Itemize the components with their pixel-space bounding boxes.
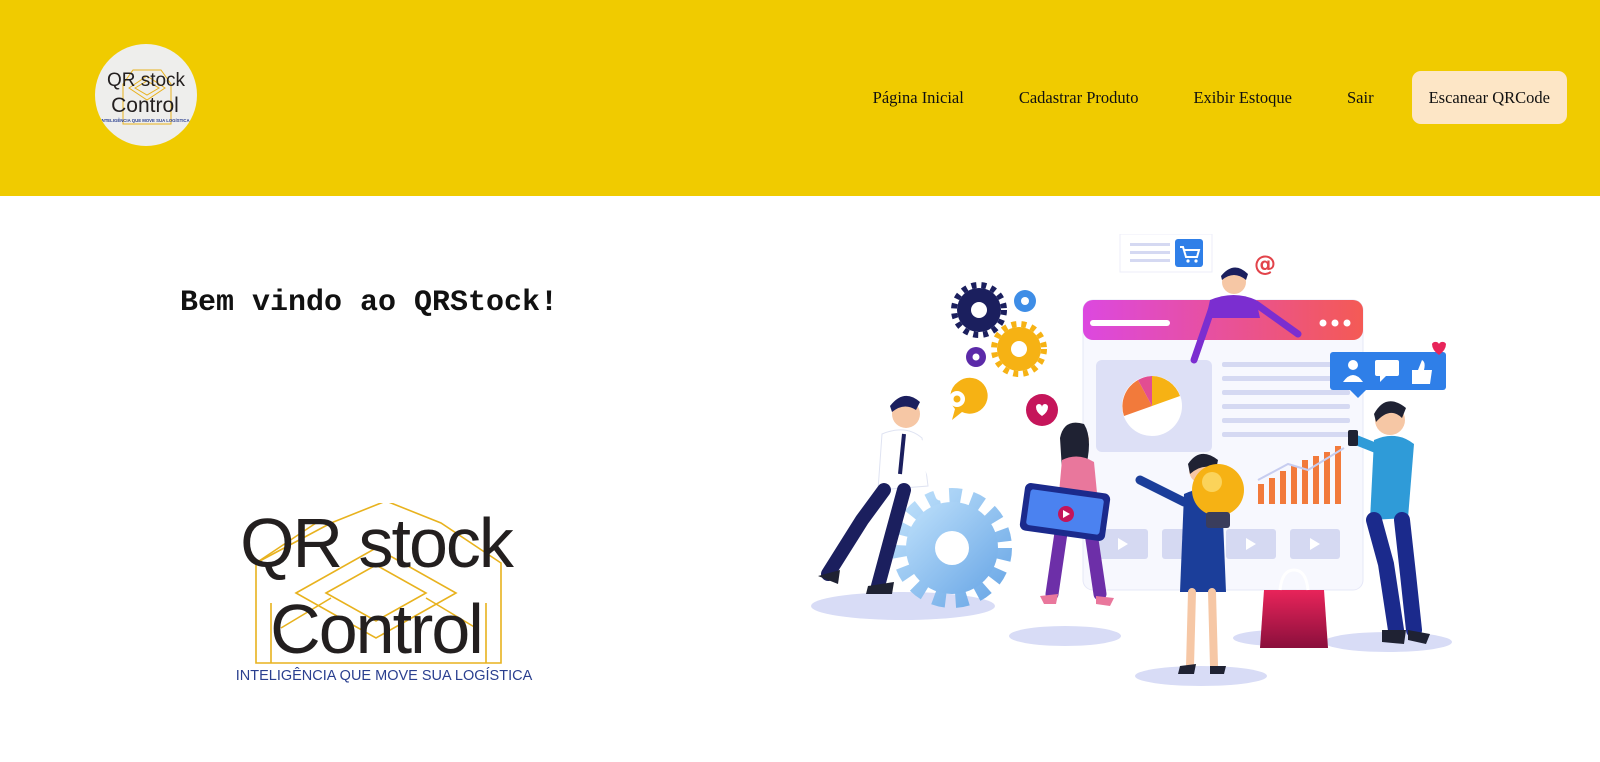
gear-icon <box>892 488 1012 608</box>
nav-home-link[interactable]: Página Inicial <box>873 88 964 108</box>
nav-logout-link[interactable]: Sair <box>1347 88 1374 108</box>
pie-chart-icon <box>1122 376 1182 436</box>
welcome-heading: Bem vindo ao QRStock! <box>180 286 559 320</box>
scan-qrcode-button[interactable]: Escanear QRCode <box>1411 71 1567 124</box>
main-nav: Página Inicial Cadastrar Produto Exibir … <box>873 71 1567 124</box>
logo-mark-icon: QR stock Control INTELIGÊNCIA QUE MOVE S… <box>236 500 533 684</box>
header-logo[interactable]: QR stock Control INTELIGÊNCIA QUE MOVE S… <box>95 44 197 146</box>
top-navbar: QR stock Control INTELIGÊNCIA QUE MOVE S… <box>0 0 1600 196</box>
hero-illustration: @ <box>808 233 1468 704</box>
nav-show-stock-link[interactable]: Exibir Estoque <box>1193 88 1292 108</box>
at-sign-icon: @ <box>1254 252 1276 277</box>
main-logo-line1: QR stock <box>240 504 515 582</box>
logo-mark-icon: QR stock Control INTELIGÊNCIA QUE MOVE S… <box>100 69 190 125</box>
header-logo-line2: Control <box>111 94 179 117</box>
header-logo-tagline: INTELIGÊNCIA QUE MOVE SUA LOGÍSTICA <box>100 118 189 123</box>
nav-register-product-link[interactable]: Cadastrar Produto <box>1019 88 1139 108</box>
cart-icon <box>1119 233 1213 273</box>
main-logo-tagline: INTELIGÊNCIA QUE MOVE SUA LOGÍSTICA <box>236 667 533 684</box>
main-logo-line2: Control <box>270 590 482 668</box>
header-logo-line1: QR stock <box>107 70 186 91</box>
main-logo: QR stock Control INTELIGÊNCIA QUE MOVE S… <box>226 500 536 703</box>
